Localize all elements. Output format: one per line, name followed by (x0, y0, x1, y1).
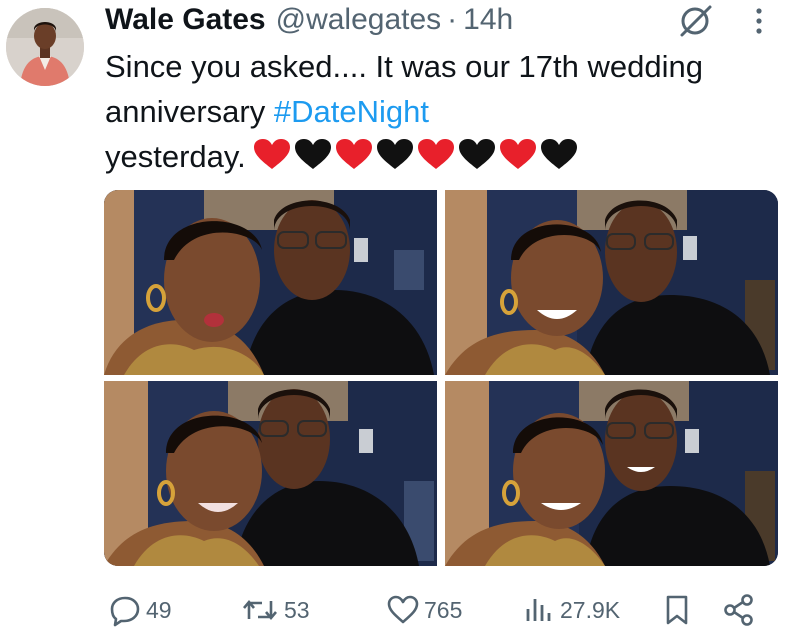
more-icon[interactable] (748, 6, 770, 36)
photo-2[interactable] (445, 190, 778, 375)
photo-4[interactable] (445, 381, 778, 566)
tweet-text: Since you asked.... It was our 17th wedd… (105, 44, 765, 179)
views-button[interactable]: 27.9K (522, 588, 620, 632)
views-count: 27.9K (560, 596, 621, 623)
share-button[interactable] (722, 588, 756, 632)
red-heart-emoji (335, 139, 372, 169)
author-handle[interactable]: @walegates (276, 2, 442, 38)
separator-dot: · (447, 3, 458, 36)
repost-button[interactable]: 53 (240, 588, 310, 632)
views-icon (526, 599, 551, 621)
like-count: 765 (424, 596, 463, 623)
grok-icon[interactable] (676, 4, 714, 38)
bookmark-icon (666, 595, 688, 625)
black-heart-emoji (458, 139, 495, 169)
repost-icon (243, 599, 277, 621)
repost-count: 53 (284, 596, 310, 623)
hashtag-link[interactable]: #DateNight (274, 94, 429, 129)
heart-icon (387, 595, 419, 624)
bookmark-button[interactable] (660, 588, 694, 632)
avatar[interactable] (6, 8, 84, 86)
red-heart-emoji (253, 139, 290, 169)
tweet: Wale Gates @walegates · 14h Since you as… (0, 0, 786, 637)
reply-icon (110, 596, 140, 627)
photo-1[interactable] (104, 190, 437, 375)
reply-count: 49 (146, 596, 172, 623)
red-heart-emoji (499, 139, 536, 169)
black-heart-emoji (294, 139, 331, 169)
red-heart-emoji (417, 139, 454, 169)
avatar-image (6, 8, 84, 86)
reply-button[interactable]: 49 (108, 588, 172, 632)
photo-3[interactable] (104, 381, 437, 566)
author-name[interactable]: Wale Gates (105, 2, 266, 38)
black-heart-emoji (376, 139, 413, 169)
tweet-text-part2: yesterday. (105, 139, 246, 174)
share-icon (724, 594, 753, 626)
photo-grid (104, 190, 778, 566)
like-button[interactable]: 765 (386, 588, 462, 632)
tweet-time[interactable]: 14h (463, 2, 513, 38)
action-bar: 49 53 765 27.9K (104, 588, 764, 632)
tweet-header: Wale Gates @walegates · 14h (105, 2, 513, 38)
black-heart-emoji (540, 139, 577, 169)
emoji-hearts (252, 137, 580, 171)
